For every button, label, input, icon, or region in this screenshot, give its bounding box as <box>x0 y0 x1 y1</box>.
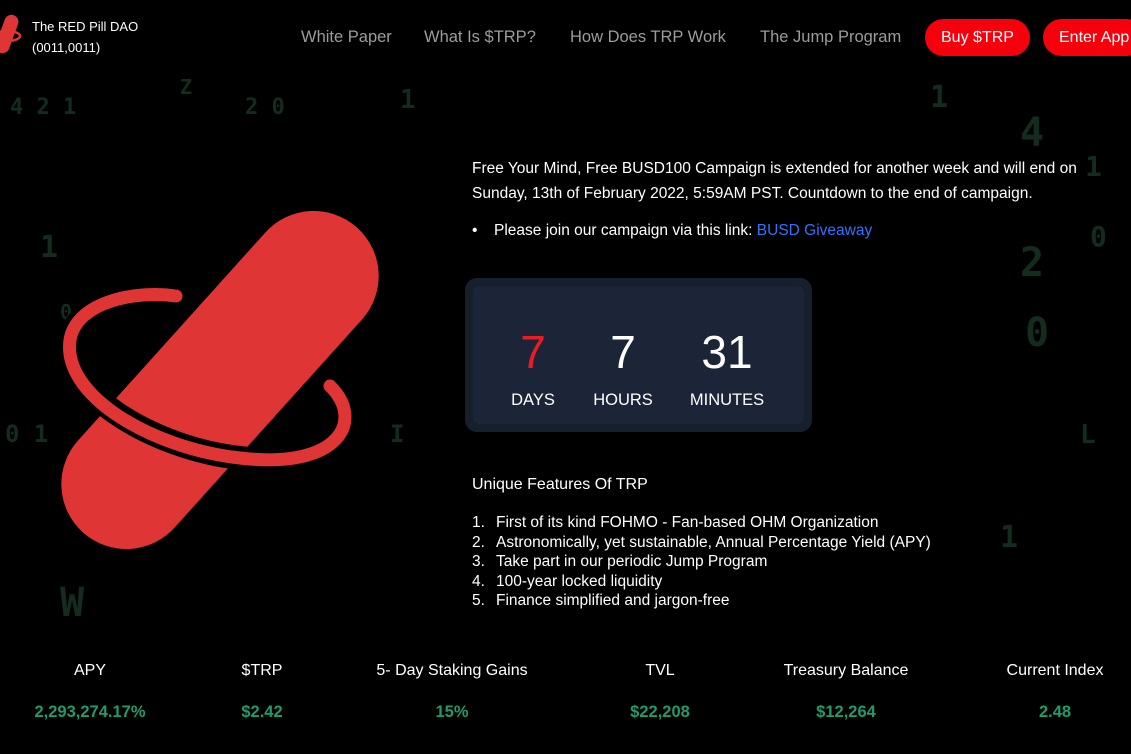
countdown-hours-value: 7 <box>610 326 636 378</box>
stat-current-index-label: Current Index <box>1006 662 1104 679</box>
nav-jump-program[interactable]: The Jump Program <box>760 28 901 47</box>
stat-tvl-value: $22,208 <box>630 703 690 721</box>
red-pill-hero-icon <box>57 210 379 550</box>
list-item: 5. Finance simplified and jargon-free <box>472 592 730 609</box>
stat-treasury-label: Treasury Balance <box>783 662 909 679</box>
nav-how-does-trp-work[interactable]: How Does TRP Work <box>570 28 726 47</box>
countdown-minutes-value: 31 <box>701 326 753 378</box>
nav-what-is-trp[interactable]: What Is $TRP? <box>424 28 536 47</box>
enter-app-button[interactable]: Enter App <box>1043 19 1131 56</box>
list-item: 2. Astronomically, yet sustainable, Annua… <box>472 533 931 551</box>
countdown-minutes-label: MINUTES <box>689 391 765 409</box>
stat-staking-gains-label: 5- Day Staking Gains <box>376 662 528 679</box>
stat-treasury-value: $12,264 <box>816 703 876 721</box>
list-item: 1. First of its kind FOHMO - Fan-based OH… <box>472 514 879 531</box>
nav-white-paper[interactable]: White Paper <box>301 28 392 47</box>
features-list: 1. First of its kind FOHMO - Fan-based OH… <box>472 513 931 611</box>
join-text: Please join our campaign via this link: <box>494 222 757 239</box>
stat-tvl-label: TVL <box>645 662 675 679</box>
bullet-icon: • <box>472 222 478 239</box>
brand-title: The RED Pill DAO <box>32 19 139 34</box>
features-title: Unique Features Of TRP <box>472 476 648 493</box>
stat-trp-price-value: $2.42 <box>241 703 283 721</box>
red-pill-logo-icon[interactable] <box>0 12 24 58</box>
stat-staking-gains-value: 15% <box>435 703 469 721</box>
stat-current-index-value: 2.48 <box>1038 703 1072 721</box>
busd-giveaway-link[interactable]: BUSD Giveaway <box>757 222 872 239</box>
stat-apy-value: 2,293,274.17% <box>34 703 146 721</box>
buy-trp-button[interactable]: Buy $TRP <box>925 19 1030 56</box>
countdown-timer: 7 7 31 DAYS HOURS MINUTES <box>465 278 812 432</box>
brand-subtitle: (0011,0011) <box>32 40 101 55</box>
stat-trp-price-label: $TRP <box>241 662 283 679</box>
top-navbar: The RED Pill DAO (0011,0011) White Paper… <box>0 0 1131 75</box>
campaign-join-item: • Please join our campaign via this link:… <box>472 222 872 240</box>
list-item: 4. 100-year locked liquidity <box>472 572 663 590</box>
campaign-section: Free Your Mind, Free BUSD100 Campaign is… <box>472 156 1112 206</box>
list-item: 3. Take part in our periodic Jump Program <box>472 553 768 570</box>
countdown-panel: 7 7 31 DAYS HOURS MINUTES <box>473 286 804 424</box>
countdown-hours-label: HOURS <box>593 391 653 409</box>
stat-apy-label: APY <box>73 662 107 679</box>
campaign-intro: Free Your Mind, Free BUSD100 Campaign is… <box>472 160 1077 202</box>
brand-name[interactable]: The RED Pill DAO (0011,0011) <box>32 16 138 58</box>
